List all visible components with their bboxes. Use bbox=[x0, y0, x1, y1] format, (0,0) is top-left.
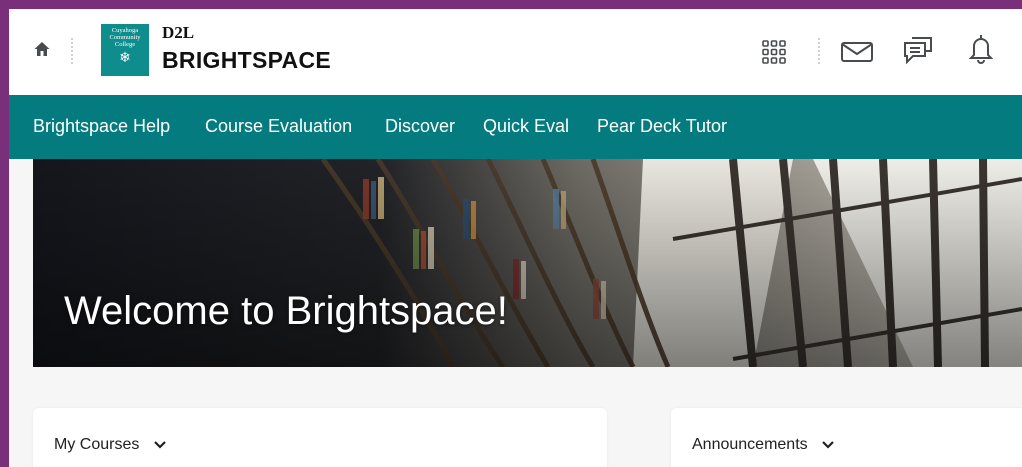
chat-icon[interactable] bbox=[902, 35, 934, 70]
brand-brightspace: BRIGHTSPACE bbox=[162, 47, 331, 73]
my-courses-title[interactable]: My Courses bbox=[54, 436, 167, 454]
divider bbox=[818, 38, 820, 64]
snowflake-icon: ❄ bbox=[119, 49, 131, 65]
waffle-grid-icon[interactable] bbox=[762, 40, 786, 69]
hero-title: Welcome to Brightspace! bbox=[64, 289, 508, 333]
nav-item-course-evaluation[interactable]: Course Evaluation bbox=[205, 116, 352, 137]
chevron-down-icon bbox=[154, 440, 166, 449]
announcements-title[interactable]: Announcements bbox=[692, 436, 835, 454]
mail-icon[interactable] bbox=[841, 42, 873, 67]
course-navbar: Brightspace Help Course Evaluation Disco… bbox=[9, 95, 1022, 159]
divider bbox=[71, 38, 73, 64]
brand-d2l: D2L bbox=[162, 23, 195, 42]
hero-banner: Welcome to Brightspace! bbox=[33, 159, 1022, 367]
institution-logo-text: Cuyahoga Community College bbox=[109, 27, 141, 48]
nav-item-quick-eval[interactable]: Quick Eval bbox=[483, 116, 569, 137]
library-bookshelf-image bbox=[33, 159, 1022, 367]
my-courses-label: My Courses bbox=[54, 436, 140, 453]
bell-icon[interactable] bbox=[968, 33, 994, 70]
my-courses-widget: My Courses bbox=[33, 408, 607, 467]
top-header: Cuyahoga Community College ❄ D2L BRIGHTS… bbox=[9, 9, 1022, 96]
app-frame: Cuyahoga Community College ❄ D2L BRIGHTS… bbox=[9, 9, 1022, 467]
announcements-label: Announcements bbox=[692, 436, 808, 453]
nav-item-discover[interactable]: Discover bbox=[385, 116, 455, 137]
nav-item-brightspace-help[interactable]: Brightspace Help bbox=[33, 116, 170, 137]
chevron-down-icon bbox=[822, 440, 834, 449]
institution-logo[interactable]: Cuyahoga Community College ❄ bbox=[101, 24, 149, 76]
home-icon[interactable] bbox=[33, 40, 51, 58]
announcements-widget: Announcements bbox=[671, 408, 1022, 467]
nav-item-pear-deck-tutor[interactable]: Pear Deck Tutor bbox=[597, 116, 727, 137]
